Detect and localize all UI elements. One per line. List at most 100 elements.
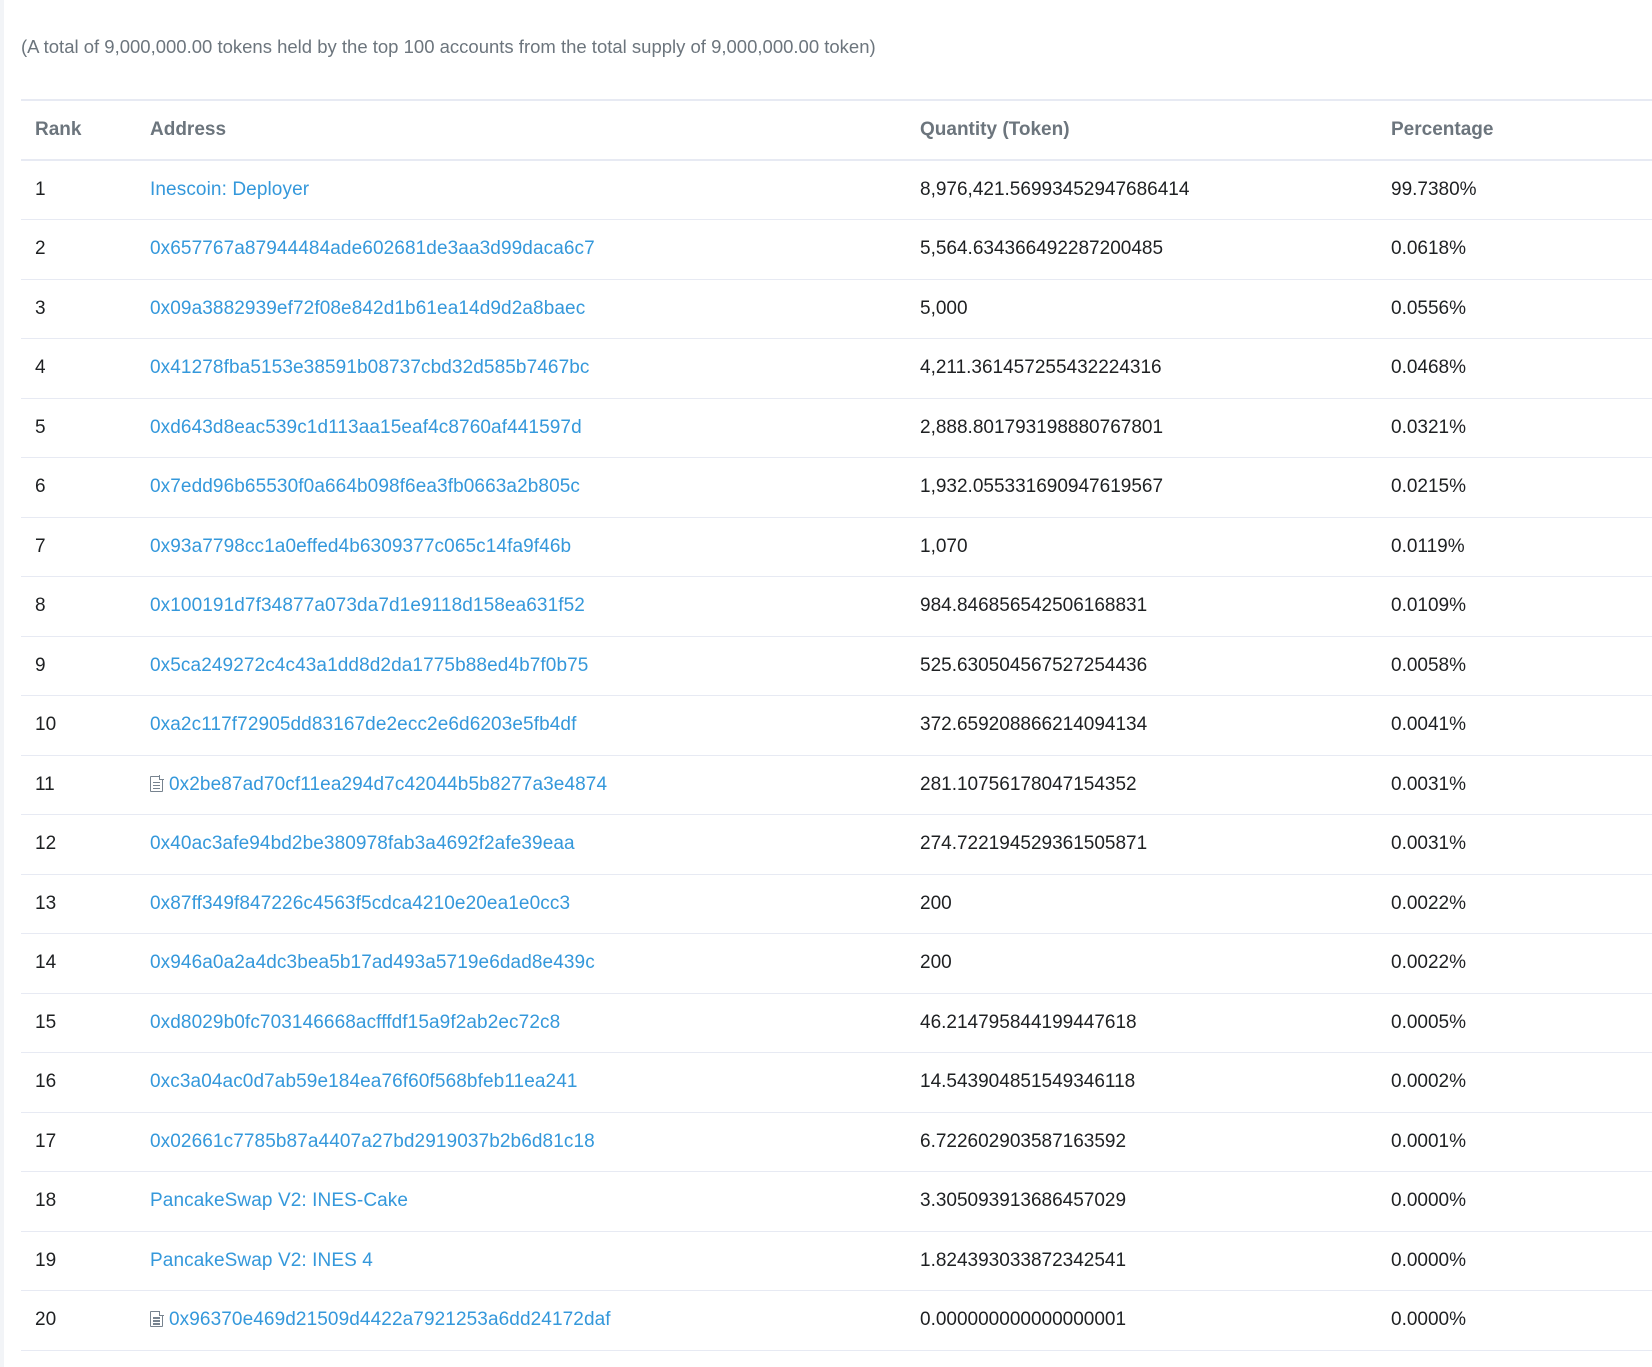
holder-address-link[interactable]: 0x96370e469d21509d4422a7921253a6dd24172d… (169, 1309, 611, 1330)
table-row: 11 0x2be87ad70cf11ea294d7c42044b5b8277a3e… (21, 755, 1652, 815)
rank-cell: 10 (21, 695, 150, 756)
holder-address-link[interactable]: 0x02661c7785b87a4407a27bd2919037b2b6d81c… (150, 1131, 595, 1152)
address-cell: 0x5ca249272c4c43a1dd8d2da1775b88ed4b7f0b… (150, 636, 920, 696)
percentage-cell: 0.0022% (1391, 874, 1652, 934)
table-row: 4 0x41278fba5153e38591b08737cbd32d585b746… (21, 338, 1652, 399)
address-cell: 0x7edd96b65530f0a664b098f6ea3fb0663a2b80… (150, 457, 920, 518)
quantity-cell: 14.543904851549346118 (920, 1052, 1391, 1113)
rank-cell: 14 (21, 933, 150, 994)
address-cell: 0x40ac3afe94bd2be380978fab3a4692f2afe39e… (150, 814, 920, 875)
table-row: 2 0x657767a87944484ade602681de3aa3d99daca… (21, 219, 1652, 280)
table-row: 13 0x87ff349f847226c4563f5cdca4210e20ea1e… (21, 874, 1652, 934)
address-cell: 0x41278fba5153e38591b08737cbd32d585b7467… (150, 338, 920, 399)
table-row: 15 0xd8029b0fc703146668acfffdf15a9f2ab2ec… (21, 993, 1652, 1053)
address-cell: 0x09a3882939ef72f08e842d1b61ea14d9d2a8ba… (150, 279, 920, 339)
percentage-cell: 0.0321% (1391, 398, 1652, 458)
holder-address-link[interactable]: 0x657767a87944484ade602681de3aa3d99daca6… (150, 238, 595, 259)
rank-cell: 7 (21, 517, 150, 577)
rank-cell: 2 (21, 219, 150, 280)
percentage-cell: 0.0058% (1391, 636, 1652, 696)
table-header-row: Rank Address Quantity (Token) Percentage (21, 99, 1652, 161)
table-header: Rank Address Quantity (Token) Percentage (21, 99, 1652, 161)
percentage-cell: 0.0618% (1391, 219, 1652, 280)
holder-address-link[interactable]: Inescoin: Deployer (150, 179, 309, 200)
percentage-cell: 0.0022% (1391, 933, 1652, 994)
rank-cell: 13 (21, 874, 150, 934)
percentage-cell: 0.0031% (1391, 755, 1652, 815)
quantity-cell: 274.722194529361505871 (920, 814, 1391, 875)
address-cell: 0x657767a87944484ade602681de3aa3d99daca6… (150, 219, 920, 280)
table-row: 9 0x5ca249272c4c43a1dd8d2da1775b88ed4b7f0… (21, 636, 1652, 696)
percentage-cell: 0.0005% (1391, 993, 1652, 1053)
table-row: 19 PancakeSwap V2: INES 4 1.82439303387234… (21, 1231, 1652, 1291)
table-row: 5 0xd643d8eac539c1d113aa15eaf4c8760af4415… (21, 398, 1652, 458)
table-row: 17 0x02661c7785b87a4407a27bd2919037b2b6d8… (21, 1112, 1652, 1172)
holder-address-link[interactable]: PancakeSwap V2: INES 4 (150, 1250, 373, 1271)
table-row: 10 0xa2c117f72905dd83167de2ecc2e6d6203e5f… (21, 695, 1652, 756)
holder-address-link[interactable]: 0xd643d8eac539c1d113aa15eaf4c8760af44159… (150, 417, 582, 438)
address-cell: PancakeSwap V2: INES-Cake (150, 1171, 920, 1232)
rank-cell: 20 (21, 1290, 150, 1351)
file-text-icon (150, 1310, 164, 1328)
rank-cell: 5 (21, 398, 150, 458)
holder-address-link[interactable]: PancakeSwap V2: INES-Cake (150, 1190, 408, 1211)
holder-address-link[interactable]: 0x5ca249272c4c43a1dd8d2da1775b88ed4b7f0b… (150, 655, 588, 676)
holders-summary: (A total of 9,000,000.00 tokens held by … (21, 36, 876, 57)
token-holders-table: Rank Address Quantity (Token) Percentage… (21, 99, 1652, 1351)
rank-cell: 18 (21, 1171, 150, 1232)
holder-address-link[interactable]: 0x100191d7f34877a073da7d1e9118d158ea631f… (150, 595, 585, 616)
holder-address-link[interactable]: 0x7edd96b65530f0a664b098f6ea3fb0663a2b80… (150, 476, 580, 497)
rank-cell: 1 (21, 160, 150, 220)
table-body: 1 Inescoin: Deployer 8,976,421.56993452947… (21, 160, 1652, 1351)
holder-address-link[interactable]: 0x2be87ad70cf11ea294d7c42044b5b8277a3e48… (169, 774, 607, 795)
table-row: 12 0x40ac3afe94bd2be380978fab3a4692f2afe3… (21, 814, 1652, 875)
left-edge-rule (0, 0, 4, 1367)
quantity-cell: 5,564.634366492287200485 (920, 219, 1391, 280)
address-cell: 0x93a7798cc1a0effed4b6309377c065c14fa9f4… (150, 517, 920, 577)
address-cell: 0xd643d8eac539c1d113aa15eaf4c8760af44159… (150, 398, 920, 458)
percentage-cell: 0.0119% (1391, 517, 1652, 577)
table-row: 3 0x09a3882939ef72f08e842d1b61ea14d9d2a8b… (21, 279, 1652, 339)
holder-address-link[interactable]: 0x946a0a2a4dc3bea5b17ad493a5719e6dad8e43… (150, 952, 595, 973)
quantity-cell: 372.659208866214094134 (920, 695, 1391, 756)
holder-address-link[interactable]: 0x40ac3afe94bd2be380978fab3a4692f2afe39e… (150, 833, 575, 854)
rank-cell: 11 (21, 755, 150, 815)
quantity-cell: 281.10756178047154352 (920, 755, 1391, 815)
address-cell: 0x2be87ad70cf11ea294d7c42044b5b8277a3e48… (150, 755, 920, 815)
address-cell: 0xc3a04ac0d7ab59e184ea76f60f568bfeb11ea2… (150, 1052, 920, 1113)
header-address: Address (150, 99, 920, 161)
rank-cell: 8 (21, 576, 150, 637)
quantity-cell: 200 (920, 874, 1391, 934)
address-cell: 0xd8029b0fc703146668acfffdf15a9f2ab2ec72… (150, 993, 920, 1053)
quantity-cell: 1,070 (920, 517, 1391, 577)
holder-address-link[interactable]: 0xc3a04ac0d7ab59e184ea76f60f568bfeb11ea2… (150, 1071, 578, 1092)
holder-address-link[interactable]: 0x09a3882939ef72f08e842d1b61ea14d9d2a8ba… (150, 298, 585, 319)
rank-cell: 9 (21, 636, 150, 696)
table-row: 8 0x100191d7f34877a073da7d1e9118d158ea631… (21, 576, 1652, 637)
address-cell: Inescoin: Deployer (150, 160, 920, 220)
holder-address-link[interactable]: 0xd8029b0fc703146668acfffdf15a9f2ab2ec72… (150, 1012, 560, 1033)
quantity-cell: 3.305093913686457029 (920, 1171, 1391, 1232)
holder-address-link[interactable]: 0x41278fba5153e38591b08737cbd32d585b7467… (150, 357, 590, 378)
percentage-cell: 0.0000% (1391, 1171, 1652, 1232)
holder-address-link[interactable]: 0x93a7798cc1a0effed4b6309377c065c14fa9f4… (150, 536, 571, 557)
rank-cell: 3 (21, 279, 150, 339)
address-cell: 0xa2c117f72905dd83167de2ecc2e6d6203e5fb4… (150, 695, 920, 756)
address-cell: 0x946a0a2a4dc3bea5b17ad493a5719e6dad8e43… (150, 933, 920, 994)
quantity-cell: 525.630504567527254436 (920, 636, 1391, 696)
holder-address-link[interactable]: 0xa2c117f72905dd83167de2ecc2e6d6203e5fb4… (150, 714, 576, 735)
address-cell: PancakeSwap V2: INES 4 (150, 1231, 920, 1291)
token-holders-table-wrapper: Rank Address Quantity (Token) Percentage… (21, 99, 1652, 1351)
quantity-cell: 5,000 (920, 279, 1391, 339)
quantity-cell: 0.000000000000000001 (920, 1290, 1391, 1351)
holder-address-link[interactable]: 0x87ff349f847226c4563f5cdca4210e20ea1e0c… (150, 893, 570, 914)
table-row: 14 0x946a0a2a4dc3bea5b17ad493a5719e6dad8e… (21, 933, 1652, 994)
percentage-cell: 0.0556% (1391, 279, 1652, 339)
percentage-cell: 0.0000% (1391, 1231, 1652, 1291)
header-quantity: Quantity (Token) (920, 99, 1391, 161)
rank-cell: 17 (21, 1112, 150, 1172)
quantity-cell: 4,211.361457255432224316 (920, 338, 1391, 399)
rank-cell: 12 (21, 814, 150, 875)
quantity-cell: 8,976,421.56993452947686414 (920, 160, 1391, 220)
rank-cell: 6 (21, 457, 150, 518)
